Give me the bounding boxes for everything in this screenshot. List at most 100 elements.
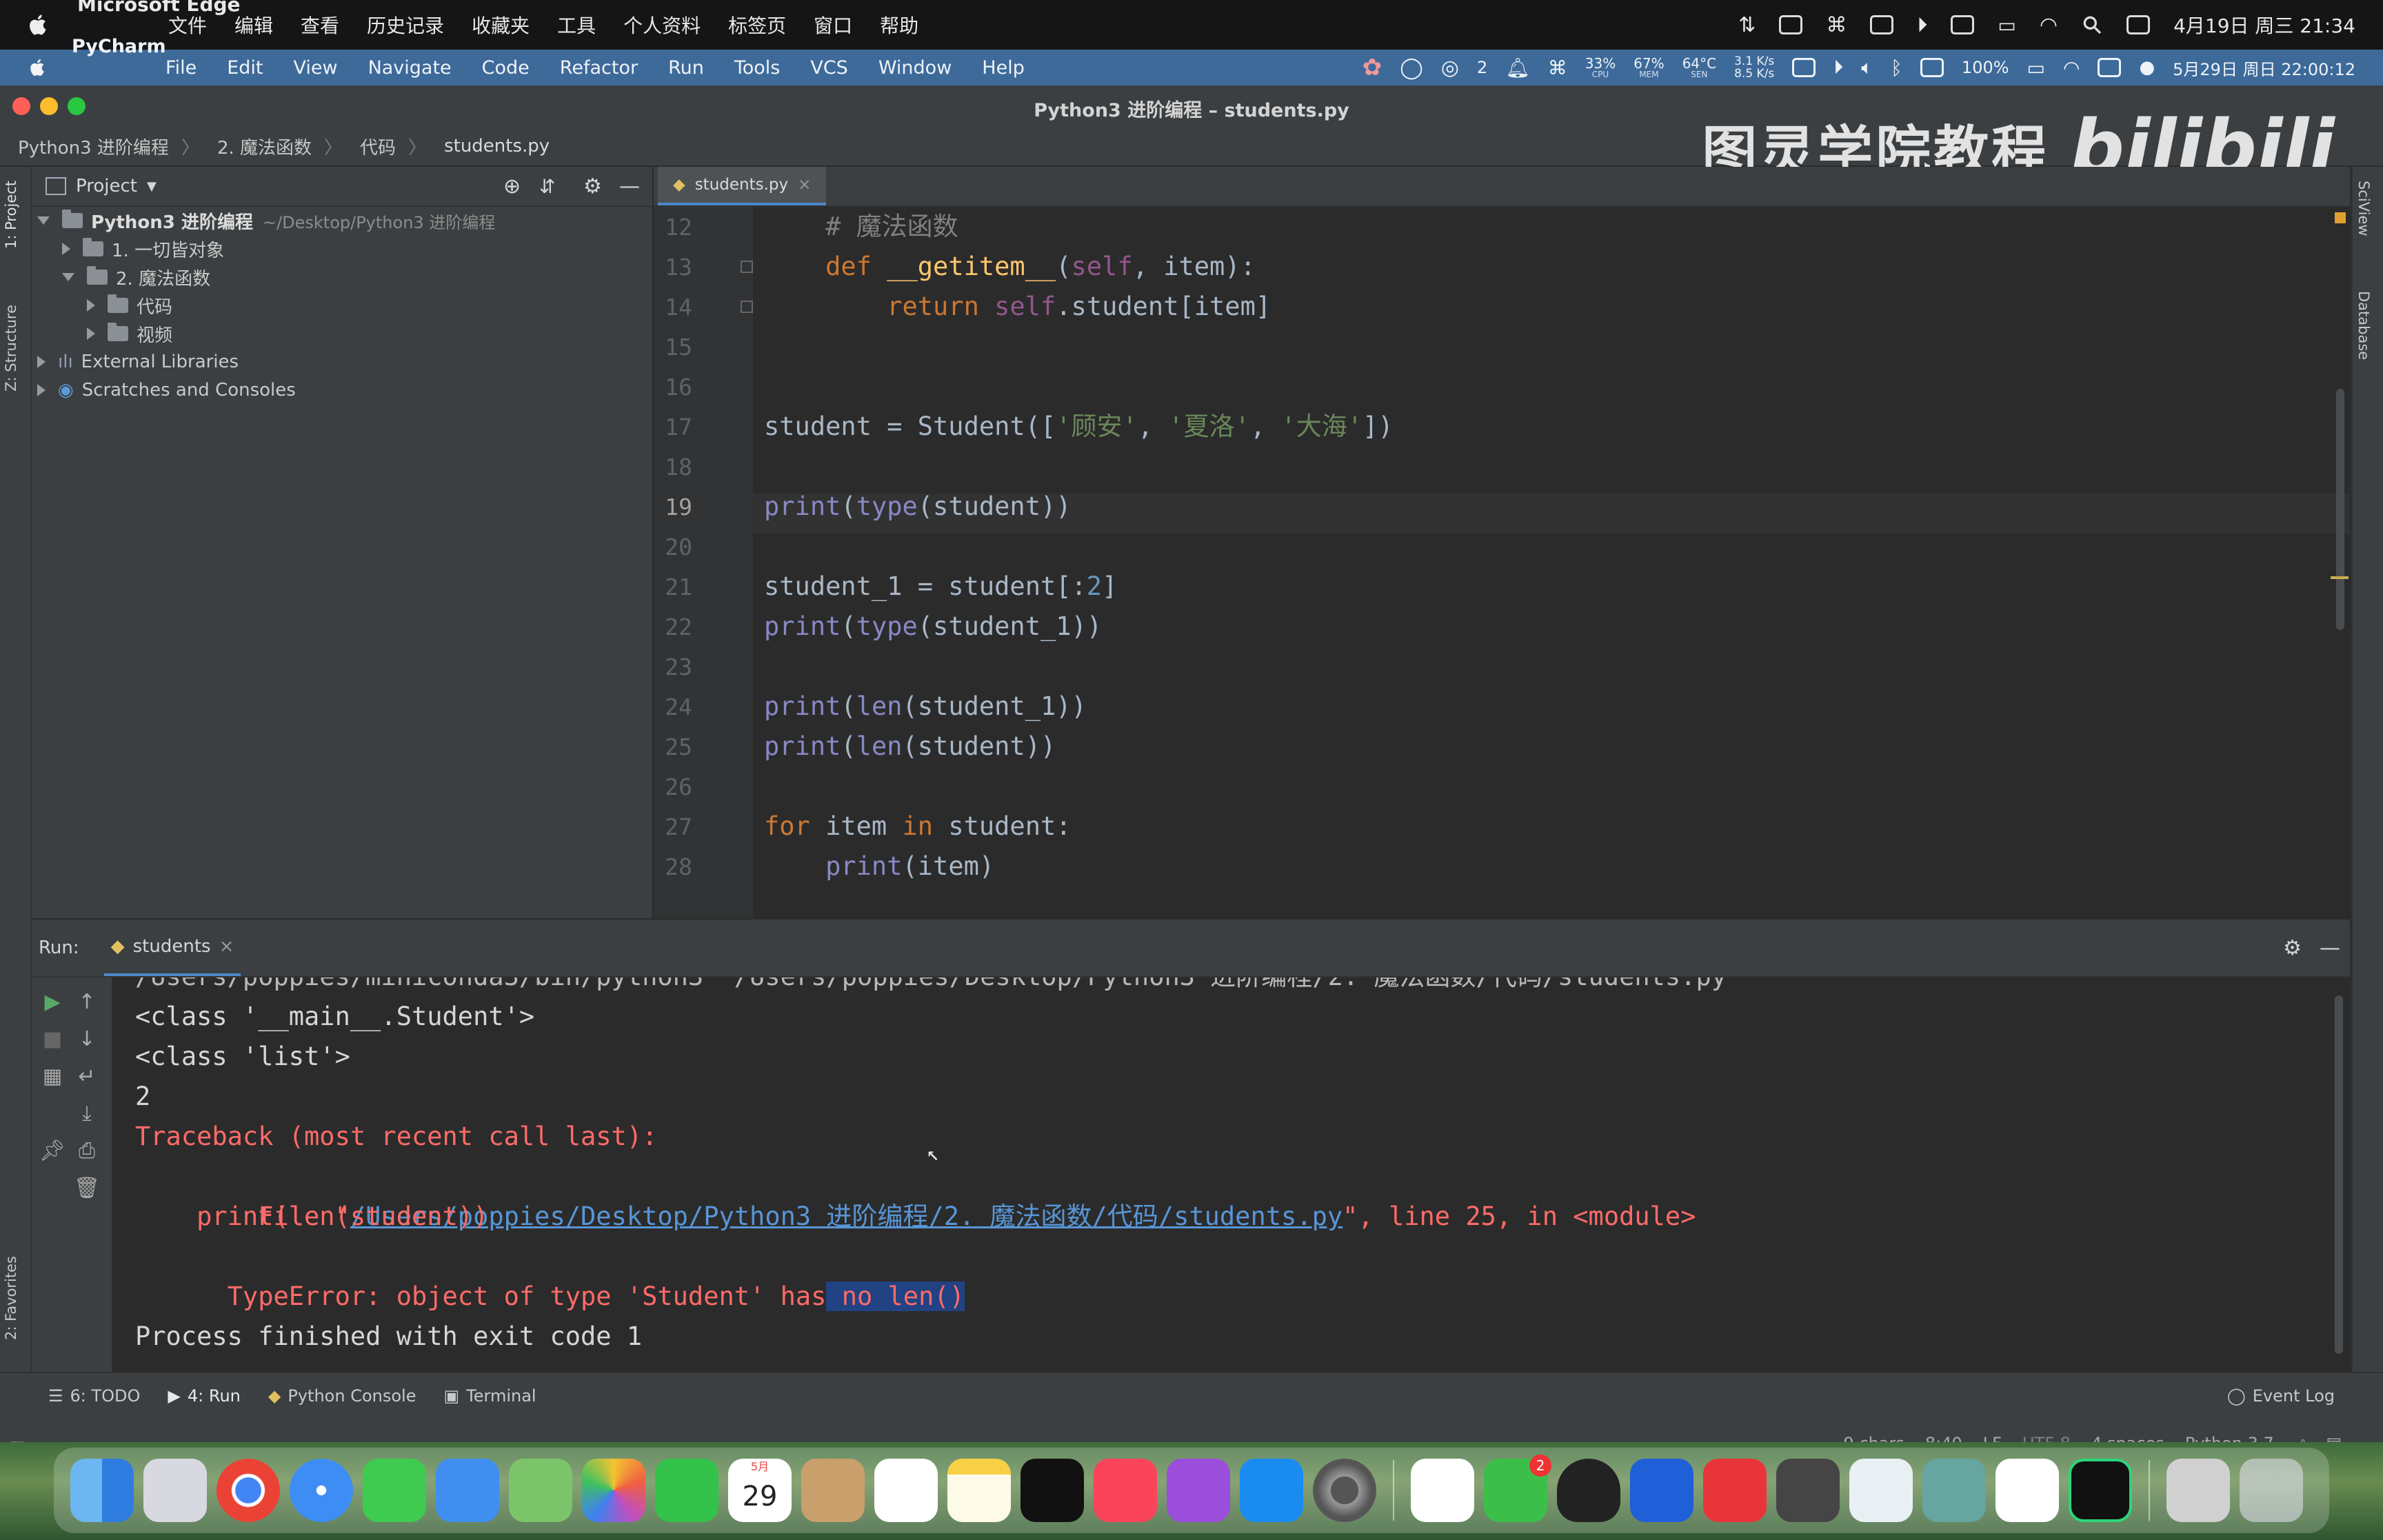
- run-tab[interactable]: ▶ 4: Run: [168, 1386, 240, 1406]
- volume-icon[interactable]: 🔈︎: [1861, 56, 1873, 79]
- menu-tools[interactable]: Tools: [734, 57, 781, 79]
- apple-logo-icon[interactable]: [28, 57, 48, 78]
- menu-edit[interactable]: Edit: [227, 57, 263, 79]
- menu-vcs[interactable]: VCS: [810, 57, 847, 79]
- menu-view[interactable]: View: [293, 57, 337, 79]
- play-icon[interactable]: ⏵: [1833, 56, 1843, 79]
- project-tool-tab[interactable]: 1: Project: [3, 181, 19, 249]
- photos-icon[interactable]: [582, 1459, 645, 1522]
- chat-app-icon[interactable]: [1411, 1459, 1474, 1522]
- outer-menu-view[interactable]: 查看: [301, 11, 339, 39]
- launchpad-icon[interactable]: [143, 1459, 207, 1522]
- upload-icon[interactable]: ⇅: [1738, 13, 1756, 37]
- maps-icon[interactable]: [509, 1459, 572, 1522]
- menu-refactor[interactable]: Refactor: [560, 57, 638, 79]
- expand-arrow-icon[interactable]: [62, 243, 70, 255]
- menu-code[interactable]: Code: [482, 57, 530, 79]
- hide-panel-icon[interactable]: —: [2320, 936, 2340, 960]
- battery-value[interactable]: 100%: [1962, 58, 2009, 77]
- print-icon[interactable]: ⎙: [73, 1137, 101, 1165]
- hide-panel-icon[interactable]: —: [619, 174, 640, 199]
- project-view-selector[interactable]: Project: [76, 176, 137, 196]
- siri-icon[interactable]: ●: [2139, 57, 2155, 78]
- close-tab-icon[interactable]: ×: [219, 936, 234, 957]
- atom-icon[interactable]: [1922, 1459, 1986, 1522]
- bookmark-icon[interactable]: ⌘: [1548, 57, 1567, 79]
- breadcrumb-project[interactable]: Python3 进阶编程: [18, 134, 169, 159]
- menu-navigate[interactable]: Navigate: [368, 57, 452, 79]
- outer-menu-tabs[interactable]: 标签页: [728, 11, 786, 39]
- inner-clock[interactable]: 5月29日 周日 22:00:12: [2173, 56, 2355, 80]
- todo-tab[interactable]: ☰ 6: TODO: [48, 1386, 140, 1406]
- trash-icon[interactable]: [2240, 1459, 2303, 1522]
- breadcrumb-file[interactable]: students.py: [444, 136, 550, 156]
- rerun-icon[interactable]: ▶: [39, 989, 66, 1016]
- menu-help[interactable]: Help: [982, 57, 1025, 79]
- network-stat[interactable]: 3.1 K/s 8.5 K/s: [1734, 55, 1774, 80]
- window-icon[interactable]: [1779, 15, 1803, 34]
- temp-stat[interactable]: 64°C SEN: [1682, 57, 1716, 79]
- control-center-icon[interactable]: [2126, 15, 2151, 34]
- outer-menu-favorites[interactable]: 收藏夹: [472, 11, 530, 39]
- qq-icon[interactable]: [1557, 1459, 1620, 1522]
- mail-icon[interactable]: [436, 1459, 499, 1522]
- outer-menu-help[interactable]: 帮助: [880, 11, 918, 39]
- text-input-icon[interactable]: [1951, 15, 1975, 34]
- downloads-stack-icon[interactable]: [2166, 1459, 2230, 1522]
- scroll-up-icon[interactable]: ↑: [73, 989, 101, 1016]
- inspection-warning-icon[interactable]: [2335, 212, 2346, 223]
- expand-arrow-icon[interactable]: [87, 299, 95, 312]
- locate-icon[interactable]: ⊕: [503, 174, 521, 199]
- bell-icon[interactable]: 🔔︎: [1505, 57, 1530, 79]
- sublime-text-icon[interactable]: [1776, 1459, 1840, 1522]
- python-console-tab[interactable]: ◆ Python Console: [268, 1386, 416, 1406]
- pin-icon[interactable]: 📌︎: [39, 1137, 66, 1165]
- editor-tab-students[interactable]: ◆ students.py ×: [658, 167, 827, 205]
- expand-arrow-icon[interactable]: [87, 327, 95, 340]
- expand-arrow-icon[interactable]: [37, 384, 46, 396]
- collapse-all-icon[interactable]: ⇵: [539, 175, 555, 198]
- video-app-icon[interactable]: [1630, 1459, 1693, 1522]
- battery-icon[interactable]: ▭: [2027, 57, 2045, 79]
- soft-wrap-icon[interactable]: ↵: [73, 1063, 101, 1091]
- wifi-icon[interactable]: ◠: [2040, 13, 2058, 37]
- display-icon[interactable]: [1870, 15, 1894, 34]
- outer-menu-file[interactable]: 文件: [168, 11, 207, 39]
- console-scrollbar-thumb[interactable]: [2335, 995, 2343, 1354]
- pycharm-icon[interactable]: [2069, 1459, 2132, 1522]
- traceback-file-link[interactable]: /Users/poppies/Desktop/Python3 进阶编程/2. 魔…: [350, 1202, 1343, 1231]
- sync-icon[interactable]: [1920, 58, 1944, 77]
- outer-menu-tools[interactable]: 工具: [557, 11, 596, 39]
- tree-item-folder[interactable]: 2. 魔法函数: [62, 263, 210, 291]
- facetime-icon[interactable]: [655, 1459, 718, 1522]
- mem-stat[interactable]: 67% MEM: [1633, 57, 1664, 79]
- gear-icon[interactable]: ⚙: [2283, 936, 2302, 960]
- sciview-tool-tab[interactable]: SciView: [2355, 181, 2372, 236]
- breadcrumb-folder[interactable]: 2. 魔法函数: [217, 134, 312, 159]
- run-console-output[interactable]: /Users/poppies/miniconda3/bin/python3 "/…: [135, 977, 2350, 1372]
- podcasts-icon[interactable]: [1167, 1459, 1230, 1522]
- finder-icon[interactable]: [70, 1459, 134, 1522]
- event-log-tab[interactable]: ◯ Event Log: [2227, 1386, 2335, 1406]
- bookmark-icon[interactable]: ⌘: [1826, 13, 1847, 37]
- flower-icon[interactable]: ✿: [1363, 54, 1382, 81]
- fold-marker-icon[interactable]: [741, 301, 753, 313]
- xmind-icon[interactable]: [1703, 1459, 1767, 1522]
- stop-icon[interactable]: ■: [39, 1026, 66, 1053]
- tree-item-root[interactable]: Python3 进阶编程 ~/Desktop/Python3 进阶编程: [37, 207, 495, 234]
- expand-arrow-icon[interactable]: [37, 216, 50, 225]
- menu-run[interactable]: Run: [668, 57, 704, 79]
- database-tool-tab[interactable]: Database: [2355, 291, 2372, 360]
- bluetooth-icon[interactable]: ᛒ: [1891, 57, 1902, 79]
- music-icon[interactable]: [1094, 1459, 1157, 1522]
- messages-icon[interactable]: [363, 1459, 426, 1522]
- trash-icon[interactable]: 🗑︎: [73, 1175, 101, 1202]
- expand-arrow-icon[interactable]: [37, 356, 46, 368]
- code-area[interactable]: # 魔法函数 def __getitem__(self, item): retu…: [764, 207, 2350, 918]
- window-icon[interactable]: [1792, 58, 1816, 77]
- search-icon[interactable]: [2081, 14, 2103, 36]
- wechat-icon[interactable]: 2: [1484, 1455, 1551, 1522]
- error-message-selection[interactable]: no len(): [826, 1281, 965, 1311]
- layout-icon[interactable]: ▦: [39, 1063, 66, 1091]
- tree-item-folder[interactable]: 代码: [87, 292, 172, 319]
